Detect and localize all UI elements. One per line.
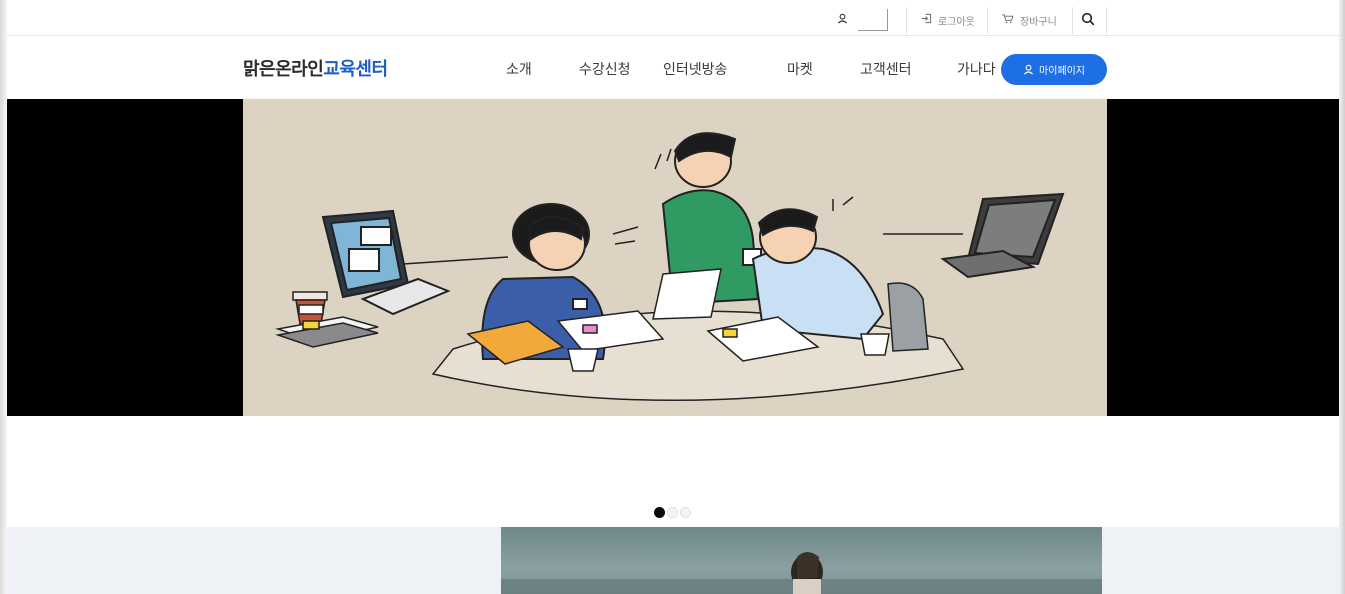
user-icon xyxy=(837,13,848,27)
page-right-edge xyxy=(1339,0,1345,594)
nav-item-intro[interactable]: 소개 xyxy=(506,59,532,79)
logout-label: 로그아웃 xyxy=(938,16,975,28)
right-monitor xyxy=(940,192,1065,279)
logo-text-accent: 교육센터 xyxy=(323,59,388,80)
user-icon xyxy=(1023,64,1034,75)
search-button[interactable] xyxy=(1081,5,1095,35)
hero-illustration xyxy=(243,99,1107,416)
nav-item-support[interactable]: 고객센터 xyxy=(860,59,912,79)
mypage-button[interactable]: 마이페이지 xyxy=(1001,54,1107,85)
divider xyxy=(906,7,907,34)
cart-link[interactable]: 장바구니 xyxy=(1001,5,1057,35)
coffee-cup xyxy=(292,291,328,325)
slider-dot-3[interactable] xyxy=(680,507,691,518)
slider-pagination xyxy=(654,507,691,518)
nav-item-extra[interactable]: 가나다 xyxy=(957,59,996,79)
lower-banner-section xyxy=(7,527,1339,594)
user-id-input[interactable] xyxy=(858,9,888,31)
site-logo[interactable]: 맑은온라인교육센터 xyxy=(243,55,388,81)
slider-dot-1[interactable] xyxy=(654,507,665,518)
logout-icon xyxy=(921,13,932,27)
logout-link[interactable]: 로그아웃 xyxy=(921,5,975,35)
hero-slider[interactable] xyxy=(7,99,1339,416)
divider xyxy=(1072,7,1073,34)
page-left-edge xyxy=(0,0,7,594)
user-login-area xyxy=(837,5,888,35)
cart-icon xyxy=(1001,13,1014,27)
logo-text-primary: 맑은온라인 xyxy=(243,59,324,80)
cart-label: 장바구니 xyxy=(1020,16,1057,28)
slider-dot-2[interactable] xyxy=(667,507,678,518)
search-icon xyxy=(1081,12,1095,29)
mypage-label: 마이페이지 xyxy=(1039,66,1085,77)
utility-bar: 로그아웃 장바구니 xyxy=(7,5,1339,36)
paper-document xyxy=(652,268,722,320)
divider xyxy=(1106,7,1107,34)
nav-item-broadcast[interactable]: 인터넷방송 xyxy=(663,59,727,79)
nav-item-market[interactable]: 마켓 xyxy=(787,59,813,79)
nav-item-enroll[interactable]: 수강신청 xyxy=(579,59,631,79)
lower-banner-image xyxy=(501,527,1102,594)
divider xyxy=(987,7,988,34)
main-header: 맑은온라인교육센터 소개 수강신청 인터넷방송 마켓 고객센터 가나다 마이페이… xyxy=(7,36,1339,99)
